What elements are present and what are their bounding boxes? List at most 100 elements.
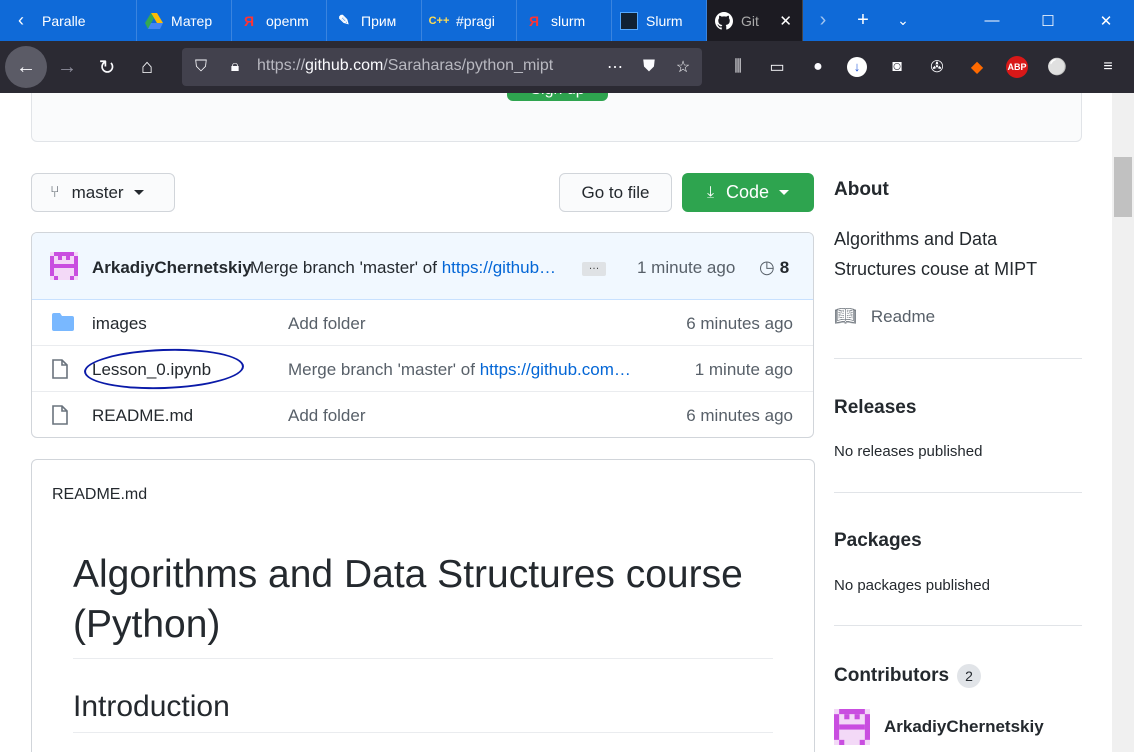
- scrollbar-thumb[interactable]: [1114, 157, 1132, 217]
- commit-time[interactable]: 1 minute ago: [637, 258, 735, 278]
- readme-filename: README.md: [52, 486, 148, 503]
- readme-link[interactable]: 📖︎ Readme: [834, 306, 935, 327]
- contributors-count-badge: 2: [957, 664, 982, 688]
- packages-heading[interactable]: Packages: [834, 530, 922, 552]
- tab-label: Прим: [361, 12, 397, 29]
- back-icon[interactable]: ←: [5, 46, 47, 88]
- file-commit-link[interactable]: https://github.com…: [480, 360, 631, 379]
- file-row[interactable]: images Add folder 6 minutes ago: [32, 300, 813, 346]
- more-actions-icon[interactable]: ⋯: [604, 56, 626, 78]
- browser-tab[interactable]: Slurm: [612, 0, 707, 41]
- tab-label: Матер: [171, 12, 213, 29]
- pocket-icon[interactable]: ⛊: [638, 56, 660, 78]
- close-window-icon[interactable]: ✕: [1078, 0, 1134, 41]
- code-button[interactable]: ⤓ Code: [682, 173, 814, 212]
- avatar[interactable]: [50, 252, 78, 280]
- browser-tab-bar: ‹ Paralle Матер Я openm ✎ Прим C++ #prag…: [0, 0, 1134, 41]
- commit-author-link[interactable]: ArkadiyChernetskiy: [92, 258, 252, 278]
- download-icon: ⤓: [706, 183, 715, 201]
- tab-scroll-right-icon[interactable]: ›: [803, 0, 843, 41]
- browser-tab-active[interactable]: Git ✕: [707, 0, 803, 41]
- page-scrollbar[interactable]: [1112, 93, 1134, 752]
- tab-label: Paralle: [42, 12, 86, 29]
- extension-film-icon[interactable]: ✇: [923, 53, 951, 81]
- browser-tab[interactable]: Матер: [137, 0, 232, 41]
- commit-history-link[interactable]: ◷ 8: [759, 257, 789, 278]
- tab-label: slurm: [551, 12, 586, 29]
- reload-icon[interactable]: ↻: [87, 47, 127, 87]
- contributors-heading[interactable]: Contributors 2: [834, 664, 982, 688]
- readme-section-heading: Introduction: [73, 690, 773, 733]
- file-name[interactable]: images: [92, 314, 147, 334]
- tab-label: Git: [741, 12, 759, 29]
- file-time: 1 minute ago: [694, 360, 793, 379]
- browser-tab[interactable]: Paralle: [42, 0, 137, 41]
- file-row[interactable]: README.md Add folder 6 minutes ago: [32, 392, 813, 437]
- browser-tab[interactable]: Я slurm: [517, 0, 612, 41]
- shield-icon[interactable]: ⛉: [190, 56, 212, 78]
- menu-icon[interactable]: ≡: [1094, 53, 1122, 81]
- close-tab-icon[interactable]: ✕: [779, 12, 792, 30]
- maximize-icon[interactable]: ☐: [1020, 0, 1076, 41]
- branch-select-button[interactable]: ⑂ master: [31, 173, 175, 212]
- file-commit-message[interactable]: Add folder: [288, 314, 366, 334]
- extension-fox-icon[interactable]: ◆: [963, 53, 991, 81]
- library-icon[interactable]: ⫼: [724, 53, 752, 81]
- tab-label: openm: [266, 12, 309, 29]
- file-time: 6 minutes ago: [686, 406, 793, 425]
- file-commit-message[interactable]: Add folder: [288, 406, 366, 426]
- file-row[interactable]: Lesson_0.ipynb Merge branch 'master' of …: [32, 346, 813, 392]
- home-icon[interactable]: ⌂: [127, 47, 167, 87]
- url-text[interactable]: https://github.com/Saraharas/python_mipt: [257, 57, 553, 75]
- forward-icon[interactable]: →: [47, 47, 87, 87]
- url-bar[interactable]: ⛉ 🔒︎ https://github.com/Saraharas/python…: [182, 48, 702, 86]
- lock-icon[interactable]: 🔒︎: [224, 56, 246, 78]
- file-icon: [52, 359, 74, 379]
- adblock-icon[interactable]: ABP: [1003, 53, 1031, 81]
- code-button-label: Code: [726, 182, 770, 202]
- divider: [834, 625, 1082, 626]
- file-list: ArkadiyChernetskiy Merge branch 'master'…: [31, 232, 814, 438]
- file-name[interactable]: README.md: [92, 406, 193, 426]
- packages-text: No packages published: [834, 577, 990, 594]
- commit-message[interactable]: Merge branch 'master' of https://github…: [250, 258, 556, 278]
- releases-text: No releases published: [834, 443, 983, 460]
- divider: [834, 492, 1082, 493]
- tab-list-icon[interactable]: ⌄: [883, 0, 923, 41]
- file-icon: [52, 405, 74, 425]
- browser-tab[interactable]: Я openm: [232, 0, 327, 41]
- chevron-down-icon: [133, 190, 144, 195]
- browser-tab[interactable]: C++ #pragi: [422, 0, 517, 41]
- file-commit-message[interactable]: Merge branch 'master' of https://github.…: [288, 360, 631, 380]
- book-icon: 📖︎: [834, 306, 857, 326]
- account-icon[interactable]: ●: [804, 53, 832, 81]
- extension-glasses-icon[interactable]: ◙: [883, 53, 911, 81]
- git-branch-icon: ⑂: [50, 183, 60, 201]
- chevron-down-icon: [779, 190, 790, 195]
- expand-commit-button[interactable]: …: [582, 261, 606, 276]
- page-content: Sign up ⑂ master Go to file ⤓ Code Arkad…: [0, 93, 1112, 752]
- contributor-item[interactable]: ArkadiyChernetskiy: [834, 709, 1044, 745]
- folder-icon: [52, 313, 74, 333]
- yandex-icon: Я: [528, 12, 540, 29]
- sign-up-button[interactable]: Sign up: [507, 93, 608, 101]
- file-time: 6 minutes ago: [686, 314, 793, 333]
- cpp-icon: C++: [428, 14, 450, 27]
- extension-icon[interactable]: ⚪: [1043, 53, 1071, 81]
- bookmark-star-icon[interactable]: ☆: [672, 56, 694, 78]
- releases-heading[interactable]: Releases: [834, 397, 916, 419]
- minimize-icon[interactable]: —: [964, 0, 1020, 41]
- download-extension-icon[interactable]: ↓: [843, 53, 871, 81]
- commit-link[interactable]: https://github…: [442, 258, 556, 277]
- sidebar-icon[interactable]: ▭: [763, 53, 791, 81]
- yandex-icon: Я: [243, 12, 255, 29]
- github-icon: [715, 11, 733, 30]
- readme-title: Algorithms and Data Structures course (P…: [73, 550, 773, 659]
- tab-scroll-left-icon[interactable]: ‹: [0, 0, 42, 41]
- file-name[interactable]: Lesson_0.ipynb: [92, 360, 211, 380]
- go-to-file-button[interactable]: Go to file: [559, 173, 672, 212]
- divider: [834, 358, 1082, 359]
- browser-tab[interactable]: ✎ Прим: [327, 0, 422, 41]
- avatar[interactable]: [834, 709, 870, 745]
- new-tab-icon[interactable]: +: [843, 0, 883, 41]
